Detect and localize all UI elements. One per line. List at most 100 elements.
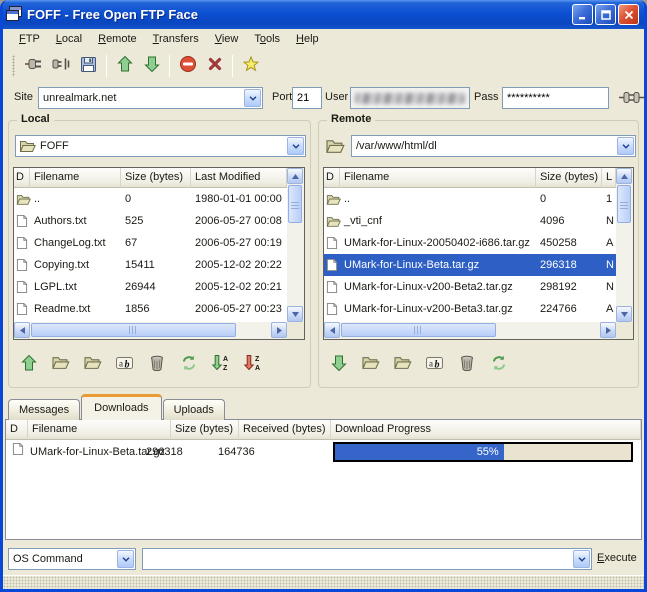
column-header-d[interactable]: D <box>6 420 28 440</box>
remote-download-button[interactable] <box>325 351 352 377</box>
file-row[interactable]: UMark-for-Linux-v200-Beta2.tar.gz 298192 N <box>324 276 616 298</box>
abort-button[interactable] <box>201 53 228 79</box>
remote-path-combo[interactable]: /var/www/html/dl <box>351 135 636 157</box>
file-row[interactable]: .. 0 1 <box>324 188 616 210</box>
os-command-dropdown[interactable] <box>117 550 134 568</box>
column-header-d[interactable]: D <box>324 168 340 188</box>
port-input[interactable] <box>292 87 322 109</box>
menu-view[interactable]: View <box>207 31 247 47</box>
scrollbar-thumb[interactable] <box>31 323 236 337</box>
file-row[interactable]: Authors.txt 525 2006-05-27 00:08 <box>14 210 287 232</box>
local-path-combo[interactable]: FOFF <box>15 135 306 157</box>
column-header-size[interactable]: Size (bytes) <box>536 168 602 188</box>
column-header-size[interactable]: Size (bytes) <box>171 420 239 440</box>
file-row[interactable]: .. 0 1980-01-01 00:00 <box>14 188 287 210</box>
local-open-folder-button[interactable] <box>47 351 74 377</box>
scrollbar-thumb[interactable] <box>288 185 302 223</box>
minimize-button[interactable] <box>572 4 593 25</box>
vertical-scrollbar[interactable] <box>616 168 633 322</box>
tab-uploads[interactable]: Uploads <box>162 399 225 420</box>
horizontal-scrollbar[interactable] <box>324 322 616 339</box>
disconnect-button[interactable] <box>48 53 75 79</box>
vertical-scrollbar[interactable] <box>287 168 304 322</box>
command-dropdown[interactable] <box>573 550 590 568</box>
remote-refresh-button[interactable] <box>485 351 512 377</box>
connect-button[interactable] <box>21 53 48 79</box>
remote-path-value: /var/www/html/dl <box>356 140 437 152</box>
user-input[interactable] <box>350 87 470 109</box>
file-row[interactable]: UMark-for-Linux-20050402-i686.tar.gz 4502… <box>324 232 616 254</box>
scrollbar-thumb[interactable] <box>341 323 496 337</box>
command-bar: OS Command Execute <box>3 547 644 573</box>
toolbar-grip[interactable] <box>12 54 15 77</box>
close-button[interactable] <box>618 4 639 25</box>
local-upload-button[interactable] <box>15 351 42 377</box>
column-header-progress[interactable]: Download Progress <box>331 420 641 440</box>
scroll-right-button[interactable] <box>600 322 616 338</box>
site-combo[interactable]: unrealmark.net <box>38 87 263 109</box>
tab-downloads[interactable]: Downloads <box>81 394 162 420</box>
connect-toggle-button[interactable] <box>619 90 644 108</box>
file-row[interactable]: _vti_cnf 4096 N <box>324 210 616 232</box>
column-header-d[interactable]: D <box>14 168 30 188</box>
title-bar[interactable]: FOFF - Free Open FTP Face <box>3 0 644 29</box>
execute-button[interactable]: Execute <box>597 552 637 564</box>
download-row[interactable]: UMark-for-Linux-Beta.tar.gz 296318 164736 5… <box>6 440 641 464</box>
file-name: Readme.txt <box>34 303 91 315</box>
file-row[interactable]: Copying.txt 15411 2005-12-02 20:22 <box>14 254 287 276</box>
tab-messages[interactable]: Messages <box>8 399 81 420</box>
column-header-received[interactable]: Received (bytes) <box>239 420 331 440</box>
os-command-select[interactable]: OS Command <box>8 548 136 570</box>
favorites-button[interactable] <box>237 53 264 79</box>
upload-button[interactable] <box>111 53 138 79</box>
scrollbar-thumb[interactable] <box>617 185 631 223</box>
site-label: Site <box>14 91 33 103</box>
local-sort-desc-button[interactable]: ZA <box>239 351 266 377</box>
column-header-modified[interactable]: L <box>602 168 616 188</box>
scroll-left-button[interactable] <box>14 322 30 338</box>
remote-delete-button[interactable] <box>453 351 480 377</box>
file-row[interactable]: UMark-for-Linux-Beta.tar.gz 296318 N <box>324 254 616 276</box>
menu-help[interactable]: Help <box>288 31 327 47</box>
local-path-dropdown[interactable] <box>287 137 304 155</box>
scroll-right-button[interactable] <box>271 322 287 338</box>
column-header-filename[interactable]: Filename <box>340 168 536 188</box>
column-header-size[interactable]: Size (bytes) <box>121 168 191 188</box>
maximize-button[interactable] <box>595 4 616 25</box>
scroll-down-button[interactable] <box>616 306 632 322</box>
remote-new-folder-button[interactable] <box>389 351 416 377</box>
file-row[interactable]: UMark-for-Linux-v200-Beta3.tar.gz 224766 A <box>324 298 616 320</box>
command-input[interactable] <box>142 548 592 570</box>
scroll-down-button[interactable] <box>287 306 303 322</box>
stop-button[interactable] <box>174 53 201 79</box>
file-row[interactable]: Readme.txt 1856 2006-05-27 00:23 <box>14 298 287 320</box>
column-header-modified[interactable]: Last Modified <box>191 168 287 188</box>
site-combo-dropdown[interactable] <box>244 89 261 107</box>
local-rename-button[interactable]: ab <box>111 351 138 377</box>
column-header-filename[interactable]: Filename <box>28 420 171 440</box>
remote-path-dropdown[interactable] <box>617 137 634 155</box>
local-new-folder-button[interactable] <box>79 351 106 377</box>
horizontal-scrollbar[interactable] <box>14 322 287 339</box>
menu-transfers[interactable]: Transfers <box>145 31 207 47</box>
save-button[interactable] <box>75 53 102 79</box>
menu-ftp[interactable]: FTP <box>11 31 48 47</box>
column-header-filename[interactable]: Filename <box>30 168 121 188</box>
remote-open-folder-button[interactable] <box>357 351 384 377</box>
rename-ab-icon: ab <box>425 355 444 374</box>
remote-rename-button[interactable]: ab <box>421 351 448 377</box>
scroll-up-button[interactable] <box>287 168 303 184</box>
scroll-left-button[interactable] <box>324 322 340 338</box>
plug-disconnect-icon <box>52 56 72 75</box>
menu-tools[interactable]: Tools <box>246 31 288 47</box>
local-refresh-button[interactable] <box>175 351 202 377</box>
local-sort-asc-button[interactable]: AZ <box>207 351 234 377</box>
file-row[interactable]: ChangeLog.txt 67 2006-05-27 00:19 <box>14 232 287 254</box>
download-button[interactable] <box>138 53 165 79</box>
menu-remote[interactable]: Remote <box>90 31 145 47</box>
scroll-up-button[interactable] <box>616 168 632 184</box>
local-delete-button[interactable] <box>143 351 170 377</box>
password-input[interactable] <box>502 87 609 109</box>
menu-local[interactable]: Local <box>48 31 90 47</box>
file-row[interactable]: LGPL.txt 26944 2005-12-02 20:21 <box>14 276 287 298</box>
